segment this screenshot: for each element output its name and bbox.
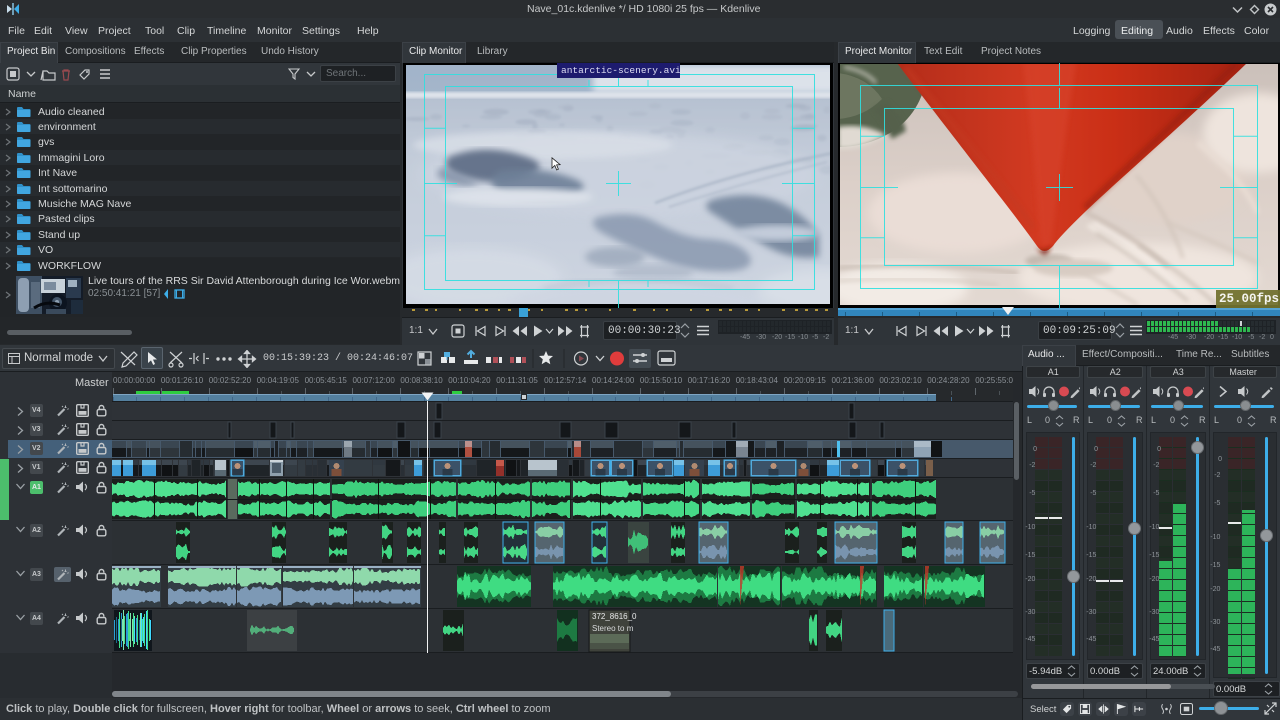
svg-text:Stereo to m: Stereo to m (592, 624, 634, 633)
svg-text:372_8616_0: 372_8616_0 (592, 612, 637, 621)
